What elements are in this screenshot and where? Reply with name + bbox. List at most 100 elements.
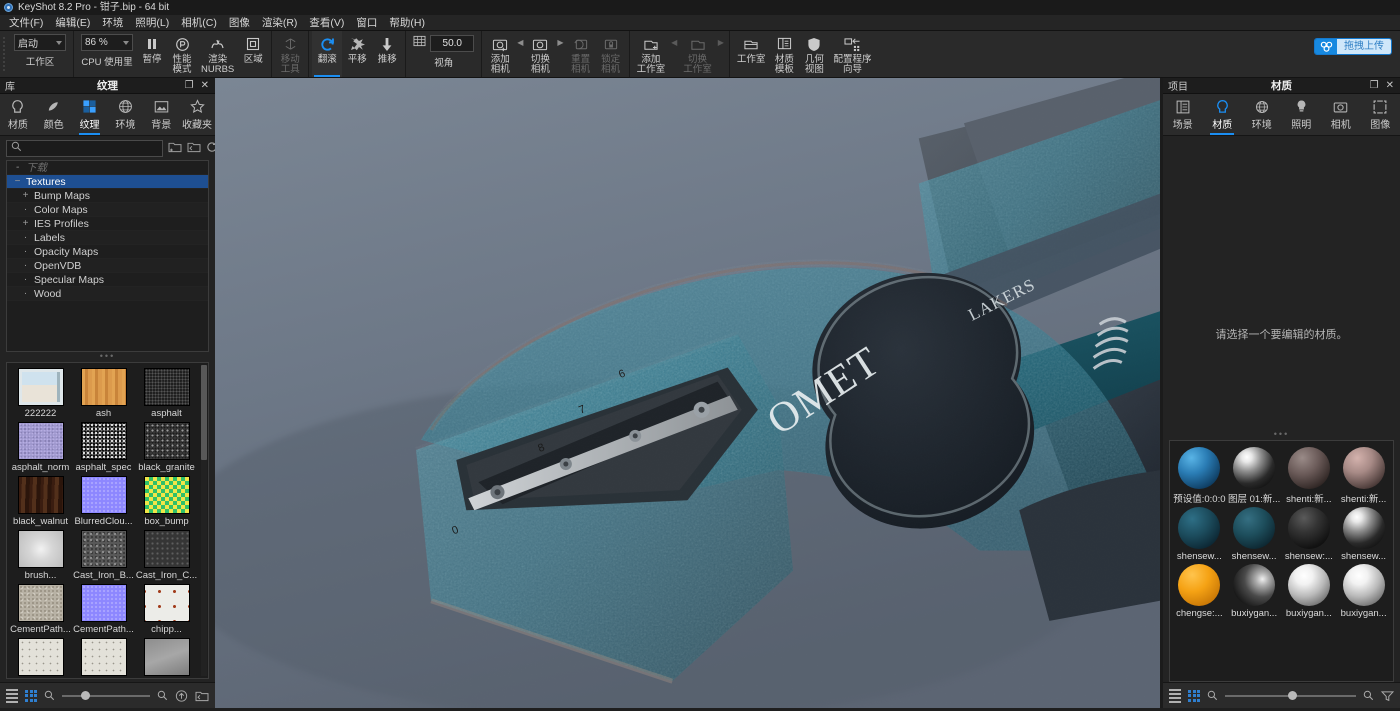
- open-folder-icon[interactable]: [195, 690, 209, 702]
- cpu-usage-combo[interactable]: 86 %: [81, 34, 133, 51]
- add-folder-icon[interactable]: [168, 141, 182, 156]
- texture-cell[interactable]: CleanConcr...: [9, 635, 72, 679]
- pan-button[interactable]: 平移: [342, 31, 372, 77]
- menu-edit[interactable]: 编辑(E): [49, 15, 96, 31]
- switch-camera-button[interactable]: 切换 相机: [525, 31, 555, 77]
- zoom-out-icon[interactable]: [1207, 690, 1218, 701]
- material-cell[interactable]: shensew...: [1227, 507, 1282, 562]
- reset-camera-button[interactable]: 重置 相机: [566, 31, 596, 77]
- close-icon[interactable]: ✕: [1386, 81, 1394, 91]
- studio-button[interactable]: 工作室: [733, 31, 770, 77]
- tab-environment[interactable]: 环境: [1242, 94, 1282, 135]
- tab-camera[interactable]: 相机: [1321, 94, 1361, 135]
- fov-control[interactable]: 50.0 视角: [409, 31, 478, 77]
- texture-cell[interactable]: CleanConcr...: [72, 635, 135, 679]
- texture-cell[interactable]: CementPath...: [9, 581, 72, 635]
- drag-upload-button[interactable]: 拖拽上传: [1314, 38, 1392, 55]
- tab-textures[interactable]: 纹理: [72, 94, 108, 135]
- texture-cell[interactable]: black_granite: [135, 419, 198, 473]
- menu-file[interactable]: 文件(F): [3, 15, 49, 31]
- texture-cell[interactable]: asphalt_spec: [72, 419, 135, 473]
- search-input[interactable]: [26, 143, 158, 154]
- filter-icon[interactable]: [1381, 690, 1394, 702]
- texture-cell[interactable]: CementPath...: [72, 581, 135, 635]
- lock-camera-button[interactable]: 锁定 相机: [596, 31, 626, 77]
- texture-cell[interactable]: 222222: [9, 365, 72, 419]
- add-studio-button[interactable]: 添加 工作室: [633, 31, 670, 77]
- library-tree[interactable]: - 下载 − Textures + Bump Maps · Color Maps…: [6, 160, 209, 352]
- undock-icon[interactable]: ❐: [1370, 81, 1379, 91]
- twisty-icon[interactable]: +: [21, 190, 30, 201]
- texture-cell[interactable]: ConcreteKe...: [135, 635, 198, 679]
- tumble-button[interactable]: 翻滚: [312, 31, 342, 77]
- tab-favorites[interactable]: 收藏夹: [179, 94, 215, 135]
- tab-lighting[interactable]: 照明: [1282, 94, 1322, 135]
- tree-item-textures[interactable]: − Textures: [7, 175, 208, 189]
- material-cell[interactable]: buxiygan...: [1282, 564, 1337, 619]
- menu-environment[interactable]: 环境: [96, 15, 129, 31]
- fov-value[interactable]: 50.0: [430, 35, 474, 52]
- tree-item-openvdb[interactable]: · OpenVDB: [7, 259, 208, 273]
- twisty-icon[interactable]: +: [21, 218, 30, 229]
- geometry-view-button[interactable]: 几何 视图: [799, 31, 829, 77]
- texture-cell[interactable]: Cast_Iron_B...: [72, 527, 135, 581]
- tree-item-color-maps[interactable]: · Color Maps: [7, 203, 208, 217]
- workspace-combo[interactable]: 启动: [14, 34, 66, 51]
- tree-item-opacity-maps[interactable]: · Opacity Maps: [7, 245, 208, 259]
- render-nurbs-button[interactable]: 渲染 NURBS: [197, 31, 238, 77]
- material-template-button[interactable]: 材质 模板: [769, 31, 799, 77]
- add-camera-button[interactable]: 添加 相机: [485, 31, 515, 77]
- cloud-upload-icon[interactable]: [175, 690, 188, 702]
- tree-item-wood[interactable]: · Wood: [7, 287, 208, 301]
- menu-image[interactable]: 图像: [223, 15, 256, 31]
- toolbar-grip[interactable]: [0, 31, 7, 77]
- texture-cell[interactable]: ash: [72, 365, 135, 419]
- material-cell[interactable]: chengse:...: [1172, 564, 1227, 619]
- texture-cell[interactable]: black_walnut: [9, 473, 72, 527]
- grid-view-icon[interactable]: [25, 690, 37, 702]
- tab-environments[interactable]: 环境: [107, 94, 143, 135]
- texture-cell[interactable]: asphalt: [135, 365, 198, 419]
- material-cell[interactable]: buxiygan...: [1336, 564, 1391, 619]
- undock-icon[interactable]: ❐: [185, 81, 194, 91]
- config-wizard-button[interactable]: 配置程序 向导: [829, 31, 875, 77]
- material-cell[interactable]: 预设值:0:0:0: [1172, 447, 1227, 505]
- workspace-selector[interactable]: 启动 工作区: [10, 31, 70, 77]
- material-cell[interactable]: shenti:新...: [1282, 447, 1337, 505]
- material-grid[interactable]: 预设值:0:0:0图层 01:新...shenti:新...shenti:新..…: [1169, 440, 1394, 682]
- performance-mode-button[interactable]: 性能 模式: [167, 31, 197, 77]
- list-view-icon[interactable]: [1169, 689, 1181, 703]
- project-splitter-handle[interactable]: •••: [1163, 430, 1400, 440]
- tab-backplates[interactable]: 背景: [143, 94, 179, 135]
- dolly-button[interactable]: 推移: [372, 31, 402, 77]
- zoom-in-icon[interactable]: [157, 690, 168, 701]
- zoom-in-icon[interactable]: [1363, 690, 1374, 701]
- texture-grid[interactable]: 222222ashasphaltasphalt_normasphalt_spec…: [6, 362, 209, 679]
- tab-colors[interactable]: 颜色: [36, 94, 72, 135]
- tab-image[interactable]: 图像: [1361, 94, 1400, 135]
- tab-scene[interactable]: 场景: [1163, 94, 1203, 135]
- next-camera-arrow[interactable]: ▶: [555, 31, 565, 53]
- menu-help[interactable]: 帮助(H): [383, 15, 431, 31]
- next-studio-arrow[interactable]: ▶: [716, 31, 726, 53]
- close-icon[interactable]: ✕: [201, 81, 209, 91]
- tree-item-labels[interactable]: · Labels: [7, 231, 208, 245]
- texture-cell[interactable]: BlurredClou...: [72, 473, 135, 527]
- menu-view[interactable]: 查看(V): [303, 15, 350, 31]
- menu-camera[interactable]: 相机(C): [175, 15, 223, 31]
- menu-lighting[interactable]: 照明(L): [129, 15, 175, 31]
- grid-view-icon[interactable]: [1188, 690, 1200, 702]
- texture-grid-scrollbar[interactable]: [201, 365, 207, 676]
- tree-item-specular-maps[interactable]: · Specular Maps: [7, 273, 208, 287]
- material-cell[interactable]: 图层 01:新...: [1227, 447, 1282, 505]
- tree-item-downloads[interactable]: - 下载: [7, 161, 208, 175]
- tree-item-ies-profiles[interactable]: + IES Profiles: [7, 217, 208, 231]
- search-input-wrapper[interactable]: [6, 140, 163, 157]
- texture-cell[interactable]: Cast_Iron_C...: [135, 527, 198, 581]
- tree-item-bump-maps[interactable]: + Bump Maps: [7, 189, 208, 203]
- list-view-icon[interactable]: [6, 689, 18, 703]
- move-tool-button[interactable]: 移动 工具: [275, 31, 305, 77]
- material-cell[interactable]: shensew:...: [1282, 507, 1337, 562]
- texture-cell[interactable]: chipp...: [135, 581, 198, 635]
- menu-render[interactable]: 渲染(R): [256, 15, 304, 31]
